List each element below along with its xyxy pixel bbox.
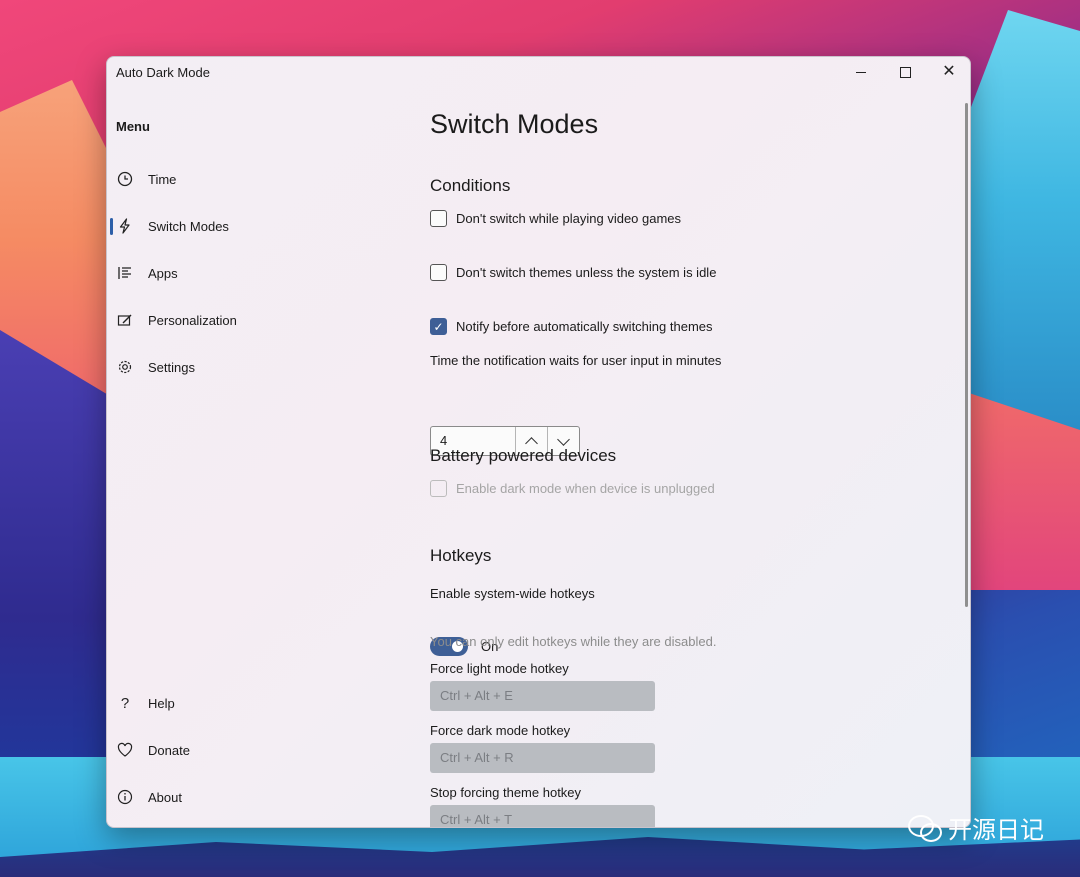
main-content: Switch Modes Conditions Don't switch whi… [430, 89, 950, 827]
vertical-scrollbar[interactable] [965, 103, 968, 607]
hotkeys-hint: You can only edit hotkeys while they are… [430, 634, 717, 649]
stop-hotkey-label: Stop forcing theme hotkey [430, 785, 582, 800]
checkmark-icon: ✓ [433, 319, 444, 334]
list-icon [116, 264, 134, 282]
notify-before-switch-checkbox[interactable]: ✓ Notify before automatically switching … [430, 318, 713, 335]
sidebar-item-label: Switch Modes [148, 218, 229, 234]
close-icon: ✕ [942, 63, 956, 80]
sidebar-item-settings[interactable]: Settings [111, 349, 371, 385]
light-hotkey-label: Force light mode hotkey [430, 661, 569, 676]
background-mountain-left [0, 330, 120, 810]
sidebar-item-label: Personalization [148, 312, 237, 328]
dark-hotkey-field: Ctrl + Alt + R [430, 743, 655, 773]
sidebar-item-personalization[interactable]: Personalization [111, 302, 371, 338]
minimize-button[interactable] [839, 57, 883, 87]
sidebar-item-about[interactable]: About [111, 779, 371, 815]
sidebar-item-label: Settings [148, 359, 195, 375]
sidebar-item-label: Time [148, 171, 177, 187]
notification-wait-label: Time the notification waits for user inp… [430, 353, 722, 368]
sidebar-item-label: Help [148, 695, 175, 711]
sidebar-item-time[interactable]: Time [111, 161, 371, 197]
maximize-button[interactable] [883, 57, 927, 87]
chevron-down-icon [557, 432, 570, 446]
info-icon [116, 788, 134, 806]
close-button[interactable]: ✕ [927, 57, 970, 87]
gear-icon [116, 358, 134, 376]
watermark: 开源日记 [908, 810, 1044, 845]
sidebar-item-donate[interactable]: Donate [111, 732, 371, 768]
sidebar-item-label: About [148, 789, 182, 805]
app-window: Auto Dark Mode ✕ Menu Time Switch Modes … [106, 56, 971, 828]
watermark-text: 开源日记 [948, 816, 1044, 844]
conditions-section-title: Conditions [430, 176, 511, 195]
selected-indicator [110, 218, 113, 235]
unplugged-dark-mode-checkbox: Enable dark mode when device is unplugge… [430, 480, 715, 497]
checkbox-label: Don't switch themes unless the system is… [456, 265, 717, 280]
checkbox-box[interactable] [430, 264, 447, 281]
light-hotkey-field: Ctrl + Alt + E [430, 681, 655, 711]
sidebar-item-label: Apps [148, 265, 178, 281]
question-icon: ? [120, 694, 130, 712]
checkbox-label: Enable dark mode when device is unplugge… [456, 481, 715, 496]
hotkeys-section-title: Hotkeys [430, 546, 492, 565]
checkbox-box[interactable]: ✓ [430, 318, 447, 335]
window-title: Auto Dark Mode [116, 65, 210, 80]
sidebar-item-label: Donate [148, 742, 190, 758]
checkbox-label: Notify before automatically switching th… [456, 319, 713, 334]
dark-hotkey-label: Force dark mode hotkey [430, 723, 571, 738]
sidebar-item-help[interactable]: ? Help [111, 685, 371, 721]
minimize-icon [856, 71, 866, 73]
checkbox-box [430, 480, 447, 497]
menu-title: Menu [116, 119, 150, 134]
sidebar-item-apps[interactable]: Apps [111, 255, 371, 291]
page-title: Switch Modes [430, 109, 599, 139]
checkbox-label: Don't switch while playing video games [456, 211, 682, 226]
background-mountain-right [960, 10, 1080, 430]
sidebar-item-switch-modes[interactable]: Switch Modes [110, 208, 371, 244]
maximize-icon [899, 66, 911, 78]
chat-bubbles-icon [908, 814, 942, 842]
no-switch-games-checkbox[interactable]: Don't switch while playing video games [430, 210, 681, 227]
title-bar[interactable]: Auto Dark Mode ✕ [107, 57, 970, 89]
lightning-icon [116, 217, 134, 235]
idle-only-checkbox[interactable]: Don't switch themes unless the system is… [430, 264, 716, 281]
paint-icon [116, 311, 134, 329]
clock-icon [116, 170, 134, 188]
heart-icon [116, 741, 134, 759]
enable-hotkeys-label: Enable system-wide hotkeys [430, 586, 595, 601]
sidebar: Menu Time Switch Modes Apps Personalizat… [107, 89, 377, 827]
stop-hotkey-field: Ctrl + Alt + T [430, 805, 655, 827]
battery-section-title: Battery powered devices [430, 446, 617, 465]
checkbox-box[interactable] [430, 210, 447, 227]
